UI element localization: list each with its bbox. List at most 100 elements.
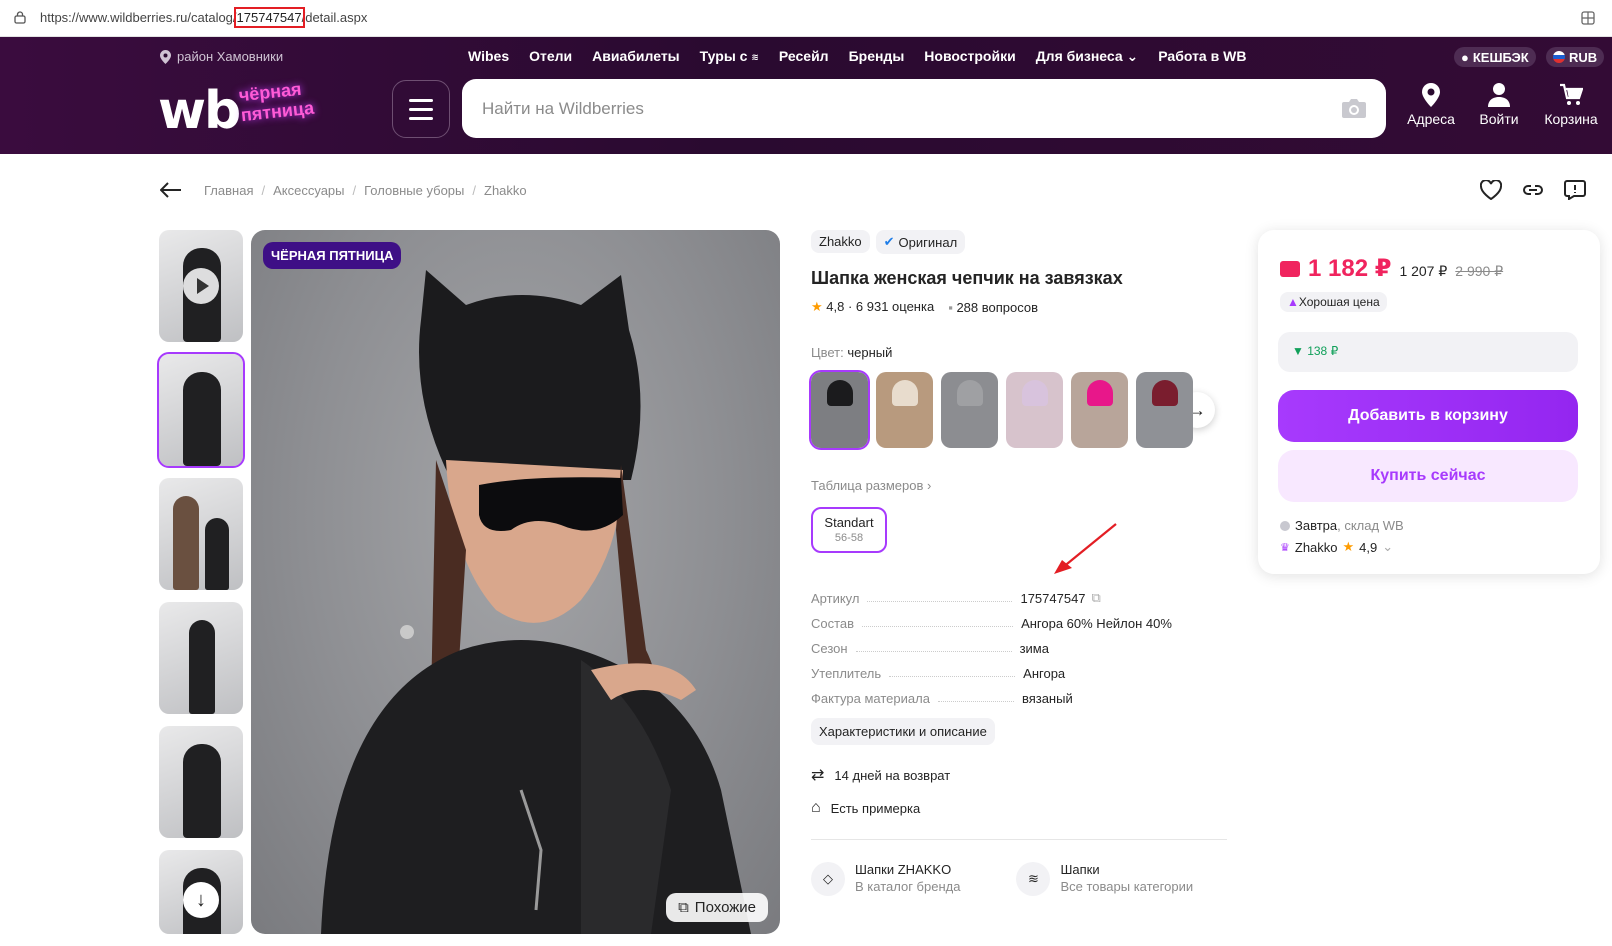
nav-flights[interactable]: Авиабилеты <box>592 48 680 65</box>
color-value: черный <box>847 345 893 360</box>
seller-row[interactable]: ♛ Zhakko ★ 4,9 ⌄ <box>1280 539 1404 555</box>
brand-tag[interactable]: Zhakko <box>811 230 870 253</box>
similar-icon: ⧉ <box>678 899 689 916</box>
seller-name: Zhakko <box>1294 539 1338 555</box>
fitting-info: ⌂ Есть примерка <box>811 799 1231 817</box>
breadcrumb-accessories[interactable]: Аксессуары <box>273 183 344 198</box>
nav-tours[interactable]: Туры с ≋ <box>700 48 759 65</box>
rating-row: ★ 4,8 · 6 931 оценка ▪ 288 вопросов <box>811 299 1231 315</box>
gallery-thumbnails: ↓ <box>157 230 245 946</box>
location-icon <box>1422 83 1440 107</box>
nav-work[interactable]: Работа в WB <box>1158 48 1246 65</box>
add-to-cart-button[interactable]: Добавить в корзину <box>1278 390 1578 442</box>
good-price-label: Хорошая цена <box>1298 295 1380 309</box>
color-swatch-gray[interactable] <box>941 372 998 448</box>
search-bar[interactable] <box>462 79 1386 138</box>
color-swatch-lilac[interactable] <box>1006 372 1063 448</box>
product-actions <box>1480 180 1586 200</box>
breadcrumb-separator: / <box>261 182 266 198</box>
swatch-hat <box>1152 380 1178 406</box>
param-value: 175747547 <box>1020 591 1086 606</box>
star-icon: ★ <box>1342 539 1355 554</box>
header-cart[interactable]: Корзина <box>1536 83 1606 127</box>
param-value: Ангора <box>1023 666 1066 681</box>
layers-icon: ≋ <box>1016 862 1051 896</box>
param-dots <box>862 626 1014 627</box>
similar-button[interactable]: ⧉ Похожие <box>666 893 768 922</box>
wallet-price: 1 182 ₽ <box>1308 255 1392 282</box>
currency-selector[interactable]: RUB <box>1546 47 1605 67</box>
nav-resale[interactable]: Ресейл <box>779 48 829 65</box>
chevron-right-icon: › <box>927 478 932 493</box>
buy-now-button[interactable]: Купить сейчас <box>1278 450 1578 502</box>
size-option[interactable]: Standart 56-58 <box>811 507 887 553</box>
copy-icon[interactable]: ⧉ <box>1092 590 1101 606</box>
menu-button[interactable] <box>392 80 450 138</box>
cashback-badge[interactable]: ● КЕШБЭК <box>1454 47 1536 67</box>
size-name: Standart <box>824 515 874 530</box>
wb-logo[interactable]: wb чёрная пятница <box>158 77 368 141</box>
thumbnail[interactable] <box>159 726 243 838</box>
brand-catalog-link[interactable]: ◇ Шапки ZHAKKO В каталог бренда <box>811 862 960 896</box>
thumbnail-figure <box>173 496 199 590</box>
regular-price: 1 207 ₽ <box>1399 263 1448 279</box>
color-swatch-beige[interactable] <box>876 372 933 448</box>
location-selector[interactable]: район Хамовники <box>160 49 283 64</box>
breadcrumb-home[interactable]: Главная <box>204 183 253 198</box>
wallet-saving[interactable]: ▼ 138 ₽ <box>1278 332 1578 372</box>
param-dots <box>855 651 1012 652</box>
nav-brands[interactable]: Бренды <box>849 48 905 65</box>
price-row: 1 182 ₽ 1 207 ₽ 2 990 ₽ <box>1280 254 1503 283</box>
browser-address-bar[interactable]: https://www.wildberries.ru/catalog/17574… <box>0 0 1612 37</box>
cashback-icon: ● <box>1461 49 1469 65</box>
nav-wibes[interactable]: Wibes <box>468 48 509 65</box>
link-icon[interactable] <box>1522 180 1544 200</box>
divider <box>811 839 1227 840</box>
product-info: Zhakko ✔ Оригинал Шапка женская чепчик на … <box>809 230 1231 896</box>
category-link[interactable]: ≋ Шапки Все товары категории <box>1016 862 1193 896</box>
thumbnail-selected[interactable] <box>157 352 245 468</box>
extensions-icon[interactable] <box>1580 10 1596 26</box>
product-title: Шапка женская чепчик на завязках <box>811 268 1123 288</box>
hanger-icon: ⌂ <box>811 799 821 816</box>
cart-label: Корзина <box>1544 111 1598 127</box>
rating-text: 4,8 · 6 931 оценка <box>826 299 935 314</box>
back-arrow-icon[interactable] <box>160 182 182 198</box>
breadcrumb-headwear[interactable]: Головные уборы <box>364 183 464 198</box>
thumbnail-video[interactable] <box>159 230 243 342</box>
arrow-down-icon[interactable]: ↓ <box>183 882 219 918</box>
thumbnail[interactable] <box>159 478 243 590</box>
nav-business[interactable]: Для бизнеса ⌄ <box>1036 48 1139 65</box>
nav-newbuildings[interactable]: Новостройки <box>924 48 1015 65</box>
param-key: Сезон <box>811 641 848 656</box>
thumbnail-more[interactable]: ↓ <box>159 850 243 934</box>
url-article-highlight: 175747547 <box>233 7 305 28</box>
color-swatch-black[interactable] <box>809 370 870 450</box>
color-swatch-pink[interactable] <box>1071 372 1128 448</box>
swatch-hat <box>892 380 918 406</box>
header-addresses[interactable]: Адреса <box>1396 83 1466 127</box>
rating-summary[interactable]: ★ 4,8 · 6 931 оценка <box>811 299 934 315</box>
thumbnail-figure <box>183 372 221 466</box>
feedback-icon[interactable] <box>1564 180 1586 200</box>
param-value: Ангора 60% Нейлон 40% <box>1021 616 1172 631</box>
questions-link[interactable]: ▪ 288 вопросов <box>948 300 1038 315</box>
size-range: 56-58 <box>834 532 864 544</box>
header-login[interactable]: Войти <box>1464 83 1534 127</box>
thumbnail[interactable] <box>159 602 243 714</box>
lock-icon <box>14 11 26 24</box>
nav-hotels[interactable]: Отели <box>529 48 572 65</box>
main-product-image[interactable]: ЧЁРНАЯ ПЯТНИЦА ⧉ Похожие <box>251 230 780 934</box>
delivery-icon <box>1280 520 1290 531</box>
url-text[interactable]: https://www.wildberries.ru/catalog/17574… <box>40 7 367 28</box>
color-swatch-burgundy[interactable] <box>1136 372 1193 448</box>
search-input[interactable] <box>482 79 1282 138</box>
camera-search-icon[interactable] <box>1340 96 1368 120</box>
breadcrumb-brand[interactable]: Zhakko <box>484 183 527 198</box>
annotation-red-arrow <box>1054 523 1117 574</box>
param-key: Артикул <box>811 591 860 606</box>
description-button[interactable]: Характеристики и описание <box>811 718 995 745</box>
size-table-link[interactable]: Таблица размеров › <box>811 478 1231 493</box>
good-price-badge: ▲Хорошая цена <box>1280 292 1387 312</box>
heart-icon[interactable] <box>1480 180 1502 200</box>
